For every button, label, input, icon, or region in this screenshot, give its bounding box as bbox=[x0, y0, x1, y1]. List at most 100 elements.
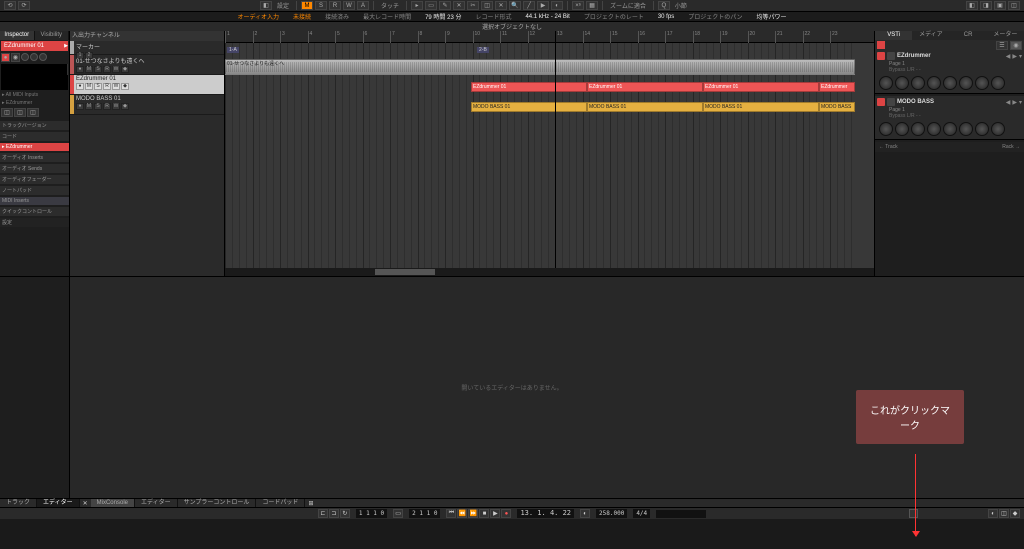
playhead[interactable] bbox=[555, 31, 556, 276]
window-layout-4[interactable]: ◫ bbox=[1008, 1, 1020, 10]
track-button[interactable]: W bbox=[112, 83, 120, 90]
quick-control-knob[interactable] bbox=[895, 76, 909, 90]
next-preset-icon[interactable]: ▶ bbox=[1012, 99, 1017, 106]
a-button[interactable]: A bbox=[357, 1, 369, 10]
audio-clip[interactable]: 01-せつなさよりも遠くへ bbox=[225, 59, 855, 75]
quick-control-knob[interactable] bbox=[975, 76, 989, 90]
volume-knob[interactable] bbox=[30, 53, 38, 61]
quick-control-knob[interactable] bbox=[879, 76, 893, 90]
track-button[interactable]: R bbox=[103, 83, 111, 90]
quantize-button[interactable]: Q bbox=[658, 1, 670, 10]
track-button[interactable]: S bbox=[94, 66, 102, 73]
range-tool[interactable]: ▭ bbox=[425, 1, 437, 10]
prev-preset-icon[interactable]: ◀ bbox=[1006, 53, 1011, 60]
redo-button[interactable]: ⟳ bbox=[18, 1, 30, 10]
time-format-button[interactable]: ◐ bbox=[580, 509, 590, 518]
quick-control-knob[interactable] bbox=[879, 122, 893, 136]
track-button[interactable]: W bbox=[112, 66, 120, 73]
section-dev[interactable]: 設定 bbox=[0, 218, 69, 227]
quick-control-knob[interactable] bbox=[895, 122, 909, 136]
next-preset-icon[interactable]: ▶ bbox=[1012, 53, 1017, 60]
tempo-display[interactable]: 258.000 bbox=[596, 509, 627, 518]
punch-out-button[interactable]: ⊐ bbox=[329, 509, 339, 518]
timeline-ruler[interactable]: 1234567891011121314151617181920212223 bbox=[225, 31, 874, 43]
timeline[interactable]: 1234567891011121314151617181920212223 1-… bbox=[225, 31, 874, 276]
line-tool[interactable]: ╱ bbox=[523, 1, 535, 10]
preset-menu-icon[interactable]: ▾ bbox=[1019, 53, 1022, 60]
record-button[interactable]: ● bbox=[501, 509, 511, 518]
track-button[interactable]: ◆ bbox=[121, 66, 129, 73]
quick-control-knob[interactable] bbox=[911, 76, 925, 90]
section-midi-fader[interactable]: オーディオフェーダー bbox=[0, 175, 69, 184]
play-button[interactable]: ▶ bbox=[490, 509, 500, 518]
midi-clip[interactable]: EZdrummer 01 bbox=[471, 82, 587, 92]
vsti-name[interactable]: MODO BASS bbox=[897, 99, 934, 105]
pointer-tool[interactable]: ▸ bbox=[411, 1, 423, 10]
snap-x-button[interactable]: ×ˢ bbox=[572, 1, 584, 10]
window-layout-2[interactable]: ◨ bbox=[980, 1, 992, 10]
vsti-edit-button[interactable] bbox=[887, 98, 895, 106]
vsti-name[interactable]: EZdrummer bbox=[897, 53, 931, 59]
preset-menu-icon[interactable]: ▾ bbox=[1019, 99, 1022, 106]
locator-right[interactable]: 2 1 1 0 bbox=[409, 509, 440, 518]
marker-1[interactable]: 1-A bbox=[227, 47, 239, 53]
mute-tool[interactable]: ✕ bbox=[495, 1, 507, 10]
section-midi-sends[interactable]: オーディオ Sends bbox=[0, 164, 69, 173]
track-row[interactable]: MODO BASS 01 ●MSRW◆ bbox=[70, 95, 224, 115]
midi-clip[interactable]: EZdrummer 01 bbox=[587, 82, 703, 92]
vsti-edit-button[interactable] bbox=[887, 52, 895, 60]
loop-button[interactable]: ↻ bbox=[340, 509, 350, 518]
io-channels-header[interactable]: 入出力チャンネル bbox=[70, 31, 224, 41]
sync-button[interactable]: ◫ bbox=[999, 509, 1009, 518]
quick-control-knob[interactable] bbox=[959, 76, 973, 90]
track-button[interactable]: ◆ bbox=[121, 103, 129, 110]
inspector-btn-2[interactable]: ◫ bbox=[14, 108, 26, 117]
zoom-fit-label[interactable]: ズームに適合 bbox=[607, 1, 649, 10]
track-button[interactable]: S bbox=[94, 103, 102, 110]
section-chord[interactable]: コード bbox=[0, 132, 69, 141]
timeline-scrollbar[interactable] bbox=[225, 268, 874, 276]
track-row[interactable]: EZdrummer 01 ●MSRW◆ bbox=[70, 75, 224, 95]
track-button[interactable]: R bbox=[103, 103, 111, 110]
time-display[interactable]: 13. 1. 4. 22 bbox=[517, 509, 574, 518]
section-quick[interactable]: クイックコントロール bbox=[0, 207, 69, 216]
touch-label[interactable]: タッチ bbox=[378, 1, 402, 10]
track-button[interactable]: M bbox=[85, 103, 93, 110]
quick-control-knob[interactable] bbox=[943, 122, 957, 136]
quick-control-knob[interactable] bbox=[911, 122, 925, 136]
track-button[interactable]: ● bbox=[76, 103, 84, 110]
track-button[interactable]: ◆ bbox=[121, 83, 129, 90]
routing-in[interactable]: ▸ All MIDI Inputs bbox=[0, 91, 69, 99]
monitor-button[interactable]: ◉ bbox=[11, 53, 20, 62]
locator-icon[interactable]: ▭ bbox=[393, 509, 403, 518]
midi-clip[interactable]: EZdrummer 01 bbox=[703, 82, 819, 92]
midi-clip[interactable]: MODO BASS 01 bbox=[819, 102, 855, 112]
solo-button[interactable]: S bbox=[315, 1, 327, 10]
quick-control-knob[interactable] bbox=[991, 76, 1005, 90]
quick-control-knob[interactable] bbox=[943, 76, 957, 90]
quick-control-knob[interactable] bbox=[975, 122, 989, 136]
w-button[interactable]: W bbox=[343, 1, 355, 10]
inspector-btn-1[interactable]: ◫ bbox=[1, 108, 13, 117]
automation-mode-button[interactable]: M bbox=[301, 1, 313, 10]
quick-control-knob[interactable] bbox=[991, 122, 1005, 136]
r-button[interactable]: R bbox=[329, 1, 341, 10]
undo-button[interactable]: ⟲ bbox=[4, 1, 16, 10]
forward-button[interactable]: ⏩ bbox=[468, 509, 478, 518]
track-button[interactable]: S bbox=[94, 83, 102, 90]
window-layout-1[interactable]: ◧ bbox=[966, 1, 978, 10]
count-in-button[interactable]: ◐ bbox=[988, 509, 998, 518]
vsti-settings-icon[interactable]: ☰ bbox=[996, 41, 1008, 50]
delay-knob[interactable] bbox=[39, 53, 47, 61]
track-button[interactable]: W bbox=[112, 103, 120, 110]
meter-tab[interactable]: メーター bbox=[987, 31, 1024, 40]
color-tool[interactable]: ◐ bbox=[551, 1, 563, 10]
inspector-tab[interactable]: Inspector bbox=[0, 31, 35, 40]
draw-tool[interactable]: ✎ bbox=[439, 1, 451, 10]
quick-control-knob[interactable] bbox=[959, 122, 973, 136]
routing-out[interactable]: ▸ EZdrummer bbox=[0, 99, 69, 107]
track-row[interactable]: 01-せつなさよりも遠くへ ●MSRW◆ bbox=[70, 55, 224, 75]
glue-tool[interactable]: ◫ bbox=[481, 1, 493, 10]
track-button[interactable]: M bbox=[85, 83, 93, 90]
prev-preset-icon[interactable]: ◀ bbox=[1006, 99, 1011, 106]
